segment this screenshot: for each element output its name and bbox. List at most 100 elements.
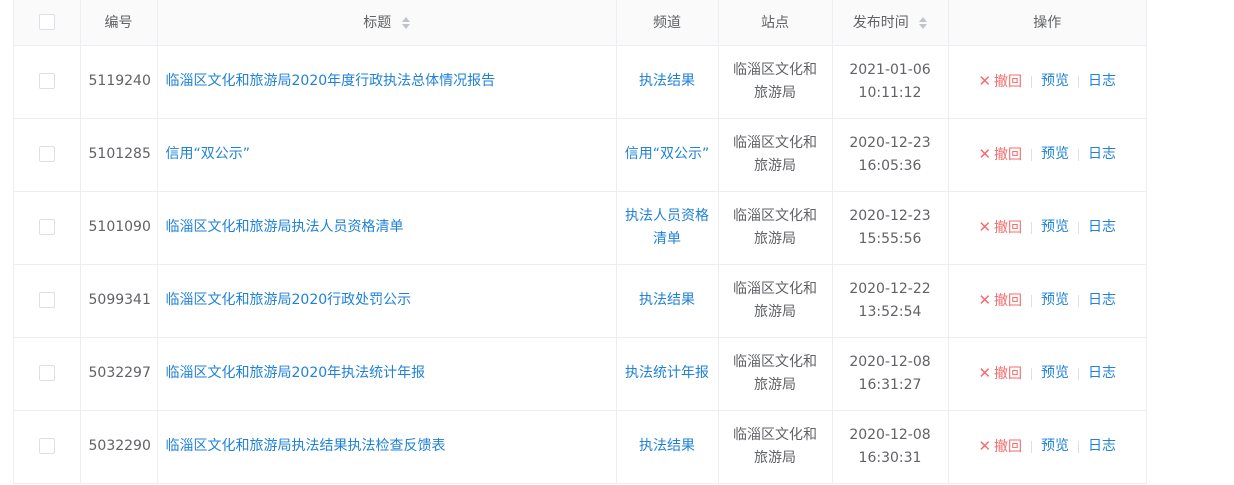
row-checkbox[interactable] bbox=[38, 292, 55, 308]
revoke-button[interactable]: ✕ 撤回 bbox=[978, 289, 1022, 313]
close-icon: ✕ bbox=[978, 363, 992, 382]
row-publish-date: 2020-12-22 bbox=[849, 280, 931, 297]
table-row: 5101285 信用“双公示” 信用“双公示” 临淄区文化和旅游局 2020-1… bbox=[14, 118, 1146, 192]
preview-button[interactable]: 预览 bbox=[1041, 435, 1069, 458]
preview-button[interactable]: 预览 bbox=[1041, 216, 1069, 239]
row-site-cell: 临淄区文化和旅游局 bbox=[718, 45, 833, 119]
row-channel-cell: 执法结果 bbox=[616, 264, 719, 338]
row-select-cell bbox=[14, 118, 81, 192]
row-actions-cell: ✕ 撤回 预览 日志 bbox=[948, 410, 1146, 484]
content-table-wrapper: 编号 标题 频道 站点 发布时间 操作 5119240 临淄区文化和旅游局202… bbox=[13, 0, 1147, 484]
row-title-link[interactable]: 临淄区文化和旅游局执法结果执法检查反馈表 bbox=[166, 438, 446, 454]
row-checkbox[interactable] bbox=[38, 219, 55, 235]
row-select-cell bbox=[14, 191, 81, 265]
row-publish-time-cell: 2020-12-08 16:31:27 bbox=[832, 337, 949, 411]
row-id-text: 5032297 bbox=[88, 365, 151, 381]
sort-caret-icon[interactable] bbox=[919, 17, 928, 30]
row-checkbox[interactable] bbox=[38, 365, 55, 381]
row-title-link[interactable]: 临淄区文化和旅游局2020年执法统计年报 bbox=[166, 365, 426, 381]
row-channel-cell: 执法结果 bbox=[616, 410, 719, 484]
close-icon: ✕ bbox=[978, 71, 992, 90]
header-title[interactable]: 标题 bbox=[157, 0, 617, 46]
header-channel-label: 频道 bbox=[653, 15, 681, 32]
row-id-text: 5101285 bbox=[88, 146, 151, 162]
revoke-button[interactable]: ✕ 撤回 bbox=[978, 216, 1022, 240]
revoke-button[interactable]: ✕ 撤回 bbox=[978, 70, 1022, 94]
row-channel-link[interactable]: 执法结果 bbox=[639, 292, 695, 308]
row-publish-time: 16:30:31 bbox=[858, 449, 922, 466]
header-select-all-cell bbox=[14, 0, 81, 46]
revoke-button[interactable]: ✕ 撤回 bbox=[978, 435, 1022, 459]
row-title-link[interactable]: 临淄区文化和旅游局执法人员资格清单 bbox=[166, 219, 404, 235]
revoke-label: 撤回 bbox=[994, 292, 1023, 309]
row-publish-date: 2021-01-06 bbox=[849, 61, 931, 78]
preview-button[interactable]: 预览 bbox=[1041, 70, 1069, 93]
revoke-button[interactable]: ✕ 撤回 bbox=[978, 143, 1022, 167]
row-publish-time-cell: 2021-01-06 10:11:12 bbox=[832, 45, 949, 119]
preview-button[interactable]: 预览 bbox=[1041, 289, 1069, 312]
row-publish-time-cell: 2020-12-23 15:55:56 bbox=[832, 191, 949, 265]
row-publish-time: 16:31:27 bbox=[858, 376, 922, 393]
log-button[interactable]: 日志 bbox=[1088, 216, 1116, 239]
row-checkbox[interactable] bbox=[38, 73, 55, 89]
row-actions-cell: ✕ 撤回 预览 日志 bbox=[948, 118, 1146, 192]
action-divider bbox=[1078, 440, 1080, 453]
header-id-label: 编号 bbox=[104, 15, 133, 32]
row-publish-date: 2020-12-08 bbox=[849, 353, 931, 370]
log-button[interactable]: 日志 bbox=[1088, 362, 1116, 385]
header-id: 编号 bbox=[80, 0, 158, 46]
row-channel-link[interactable]: 信用“双公示” bbox=[625, 146, 710, 162]
row-publish-date: 2020-12-23 bbox=[849, 134, 931, 151]
action-divider bbox=[1078, 221, 1080, 234]
close-icon: ✕ bbox=[978, 144, 992, 163]
row-publish-time: 16:05:36 bbox=[858, 157, 922, 174]
action-divider bbox=[1031, 148, 1033, 161]
row-id: 5099341 bbox=[80, 264, 158, 338]
log-button[interactable]: 日志 bbox=[1088, 435, 1116, 458]
row-site-text: 临淄区文化和旅游局 bbox=[733, 134, 817, 174]
row-channel-link[interactable]: 执法人员资格清单 bbox=[625, 208, 709, 247]
sort-caret-icon[interactable] bbox=[401, 17, 410, 30]
log-button[interactable]: 日志 bbox=[1088, 289, 1116, 312]
row-select-cell bbox=[14, 410, 81, 484]
row-title-cell: 临淄区文化和旅游局2020行政处罚公示 bbox=[157, 264, 617, 338]
row-publish-time: 13:52:54 bbox=[858, 303, 922, 320]
preview-button[interactable]: 预览 bbox=[1041, 362, 1069, 385]
row-channel-link[interactable]: 执法统计年报 bbox=[625, 365, 709, 381]
action-divider bbox=[1031, 440, 1033, 453]
action-divider bbox=[1078, 367, 1080, 380]
row-title-link[interactable]: 信用“双公示” bbox=[166, 146, 251, 162]
row-title-link[interactable]: 临淄区文化和旅游局2020年度行政执法总体情况报告 bbox=[166, 73, 496, 89]
row-actions-cell: ✕ 撤回 预览 日志 bbox=[948, 337, 1146, 411]
row-publish-time: 15:55:56 bbox=[858, 230, 922, 247]
table-row: 5032297 临淄区文化和旅游局2020年执法统计年报 执法统计年报 临淄区文… bbox=[14, 337, 1146, 411]
header-actions: 操作 bbox=[948, 0, 1146, 46]
row-channel-link[interactable]: 执法结果 bbox=[639, 73, 695, 89]
header-channel: 频道 bbox=[616, 0, 719, 46]
revoke-label: 撤回 bbox=[994, 73, 1023, 90]
table-row: 5119240 临淄区文化和旅游局2020年度行政执法总体情况报告 执法结果 临… bbox=[14, 45, 1146, 119]
row-publish-date: 2020-12-23 bbox=[849, 207, 931, 224]
row-checkbox[interactable] bbox=[38, 438, 55, 454]
preview-button[interactable]: 预览 bbox=[1041, 143, 1069, 166]
row-checkbox[interactable] bbox=[38, 146, 55, 162]
row-actions-cell: ✕ 撤回 预览 日志 bbox=[948, 45, 1146, 119]
row-select-cell bbox=[14, 264, 81, 338]
header-publish-time[interactable]: 发布时间 bbox=[832, 0, 949, 46]
row-site-text: 临淄区文化和旅游局 bbox=[733, 61, 817, 101]
log-button[interactable]: 日志 bbox=[1088, 143, 1116, 166]
row-channel-link[interactable]: 执法结果 bbox=[639, 438, 695, 454]
revoke-button[interactable]: ✕ 撤回 bbox=[978, 362, 1022, 386]
log-button[interactable]: 日志 bbox=[1088, 70, 1116, 93]
row-id: 5119240 bbox=[80, 45, 158, 119]
row-title-cell: 临淄区文化和旅游局执法人员资格清单 bbox=[157, 191, 617, 265]
revoke-label: 撤回 bbox=[994, 219, 1023, 236]
row-title-link[interactable]: 临淄区文化和旅游局2020行政处罚公示 bbox=[166, 292, 412, 308]
revoke-label: 撤回 bbox=[994, 365, 1023, 382]
row-id-text: 5099341 bbox=[88, 292, 151, 308]
select-all-checkbox[interactable] bbox=[38, 14, 55, 31]
row-site-text: 临淄区文化和旅游局 bbox=[733, 426, 817, 466]
row-site-text: 临淄区文化和旅游局 bbox=[733, 207, 817, 247]
row-site-text: 临淄区文化和旅游局 bbox=[733, 280, 817, 320]
row-publish-time-cell: 2020-12-23 16:05:36 bbox=[832, 118, 949, 192]
